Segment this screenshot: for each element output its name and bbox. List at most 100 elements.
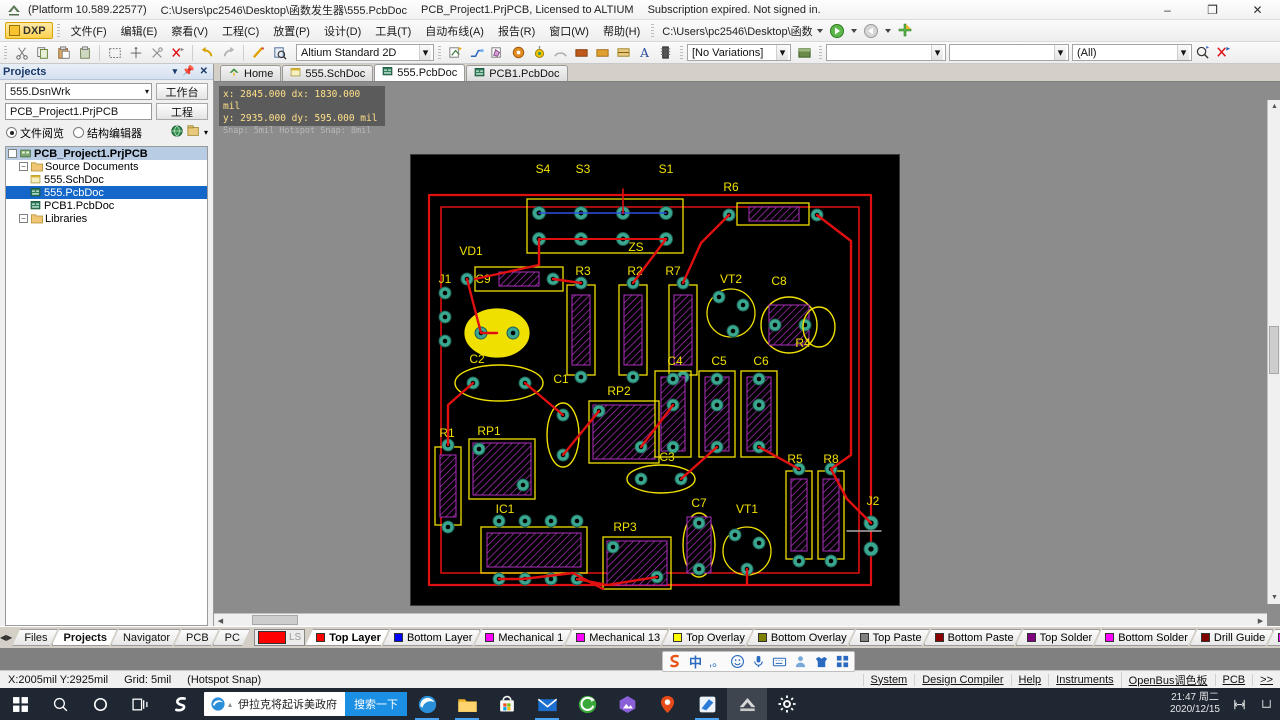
tree-expander-icon[interactable]: − [19, 162, 28, 171]
dxp-menu-button[interactable]: DXP [5, 22, 53, 39]
component-filter-dropdown-icon[interactable]: ▾ [1054, 45, 1066, 60]
forward-dropdown-icon[interactable] [850, 28, 857, 33]
menu-item-1[interactable]: 编辑(E) [114, 21, 165, 41]
undo-icon[interactable] [198, 44, 217, 62]
component-filter-combo[interactable]: ▾ [949, 44, 1069, 61]
foxmail-icon[interactable] [687, 688, 727, 720]
panel-tab-pcb[interactable]: PCB [174, 629, 219, 646]
project-button[interactable]: 工程 [156, 103, 208, 120]
user-icon[interactable] [792, 653, 809, 670]
tree-expander-icon[interactable]: − [19, 214, 28, 223]
workspace-dropdown-icon[interactable]: ▾ [145, 87, 149, 96]
struct-editor-radio[interactable] [73, 127, 84, 138]
horizontal-scrollbar[interactable]: ◀ ▶ [214, 613, 1267, 627]
variant-manager-icon[interactable] [795, 44, 814, 62]
toolbox-icon[interactable] [834, 653, 851, 670]
navigate-back-icon[interactable] [863, 23, 879, 39]
layer-tab-drill-guide[interactable]: Drill Guide [1190, 629, 1273, 646]
vertical-scroll-thumb[interactable] [1269, 326, 1279, 374]
scroll-up-arrow[interactable]: ▲ [1268, 100, 1280, 113]
microsoft-store-icon[interactable] [487, 688, 527, 720]
variations-combo[interactable]: [No Variations] ▾ [687, 44, 791, 61]
news-headline[interactable]: 伊拉克将起诉美政府 [234, 696, 345, 712]
mic-icon[interactable] [750, 653, 767, 670]
net-filter-combo[interactable]: ▾ [826, 44, 946, 61]
layer-tab-top-paste[interactable]: Top Paste [849, 629, 930, 646]
pcb-canvas[interactable]: x: 2845.000 dx: 1830.000 mil y: 2935.000… [214, 82, 1280, 626]
search-icon[interactable] [40, 688, 80, 720]
minimize-button[interactable]: – [1145, 0, 1190, 20]
pcb-board[interactable]: S4 S3 S1 R6 VD1 ZS R3 R2 R7 VT2 C8 J1 C9 R4 C2 C1 RP2 C4 C… [410, 154, 900, 606]
redo-icon[interactable] [219, 44, 238, 62]
status-link-design-compiler[interactable]: Design Compiler [914, 673, 1010, 686]
place-pad-icon[interactable] [509, 44, 528, 62]
paste-special-icon[interactable] [75, 44, 94, 62]
sogou-logo-icon[interactable] [666, 653, 683, 670]
panel-tab-projects[interactable]: Projects [52, 629, 117, 646]
document-tab-2[interactable]: 555.PcbDoc [374, 64, 466, 81]
show-desktop-icon[interactable] [1253, 688, 1280, 720]
menu-item-10[interactable]: 帮助(H) [596, 21, 647, 41]
tree-item-1[interactable]: − Source Documents [6, 160, 207, 173]
status-link-openbus调色板[interactable]: OpenBus调色板 [1120, 671, 1215, 688]
360-browser-icon[interactable] [567, 688, 607, 720]
place-dimension-icon[interactable] [614, 44, 633, 62]
path-dropdown-icon[interactable] [816, 28, 823, 33]
view-configuration-combo[interactable]: Altium Standard 2D ▾ [296, 44, 434, 61]
menu-item-7[interactable]: 自动布线(A) [418, 21, 491, 41]
altium-taskbar-icon[interactable] [727, 688, 768, 720]
scope-filter-combo[interactable]: (All) ▾ [1072, 44, 1192, 61]
panel-dropdown-icon[interactable]: ▾ [173, 66, 178, 77]
place-via-icon[interactable] [530, 44, 549, 62]
place-polygon-icon[interactable] [488, 44, 507, 62]
maps-pin-icon[interactable] [647, 688, 687, 720]
ime-toolbar[interactable]: 中 ,。 [662, 651, 855, 672]
mail-icon[interactable] [527, 688, 567, 720]
layer-tab-bottom-overlay[interactable]: Bottom Overlay [747, 629, 855, 646]
layer-tab-mechanical-1[interactable]: Mechanical 1 [474, 629, 571, 646]
tree-item-0[interactable]: PCB_Project1.PrjPCB [6, 147, 207, 160]
menu-item-6[interactable]: 工具(T) [368, 21, 418, 41]
cortana-icon[interactable] [80, 688, 120, 720]
place-line-icon[interactable] [446, 44, 465, 62]
recent-path-label[interactable]: C:\Users\pc2546\Desktop\函数 [662, 23, 812, 39]
place-arc-icon[interactable] [551, 44, 570, 62]
project-combo[interactable]: PCB_Project1.PrjPCB [5, 103, 152, 120]
clear-filter-icon[interactable] [168, 44, 187, 62]
project-tree[interactable]: PCB_Project1.PrjPCB − Source Documents 555.… [5, 146, 208, 626]
document-tab-1[interactable]: 555.SchDoc [282, 65, 374, 81]
menu-item-4[interactable]: 放置(P) [266, 21, 317, 41]
toolbar-gripper-1[interactable] [4, 45, 7, 60]
vertical-scrollbar[interactable]: ▲ ▼ [1267, 100, 1280, 604]
settings-gear-icon[interactable] [767, 688, 807, 720]
news-search-button[interactable]: 搜索一下 [345, 692, 408, 716]
panel-pin-icon[interactable]: 📌 [182, 66, 194, 77]
ime-mode-icon[interactable]: 中 [687, 653, 704, 670]
photos-icon[interactable] [607, 688, 647, 720]
status-link->>[interactable]: >> [1252, 673, 1280, 686]
clear-filter-right-icon[interactable] [1214, 44, 1233, 62]
globe-icon[interactable] [170, 124, 184, 141]
toolbar-gripper-2[interactable] [438, 45, 441, 60]
back-dropdown-icon[interactable] [884, 28, 891, 33]
layer-tab-bottom-solder[interactable]: Bottom Solder [1094, 629, 1196, 646]
keyboard-icon[interactable] [771, 653, 788, 670]
layer-tab-top-layer[interactable]: Top Layer [305, 629, 389, 646]
news-widget[interactable]: ▴ 伊拉克将起诉美政府 搜索一下 [204, 692, 408, 716]
cut-icon[interactable] [12, 44, 31, 62]
file-view-radio[interactable] [6, 127, 17, 138]
tree-item-5[interactable]: − Libraries [6, 212, 207, 225]
pathbar-gripper[interactable] [651, 23, 655, 38]
tray-clock[interactable]: 21:47 周二 2020/12/15 [1164, 688, 1226, 720]
place-region-icon[interactable] [593, 44, 612, 62]
place-component-icon[interactable] [656, 44, 675, 62]
open-project-icon[interactable] [187, 124, 201, 141]
open-project-dropdown-icon[interactable]: ▾ [204, 128, 208, 137]
net-filter-dropdown-icon[interactable]: ▾ [931, 45, 943, 60]
edge-taskbar-icon[interactable] [407, 688, 447, 720]
deselect-icon[interactable] [147, 44, 166, 62]
sogou-taskbar-icon[interactable] [160, 688, 200, 720]
find-similar-icon[interactable] [1193, 44, 1212, 62]
layer-tab-top-overlay[interactable]: Top Overlay [662, 629, 753, 646]
menu-item-0[interactable]: 文件(F) [64, 21, 114, 41]
